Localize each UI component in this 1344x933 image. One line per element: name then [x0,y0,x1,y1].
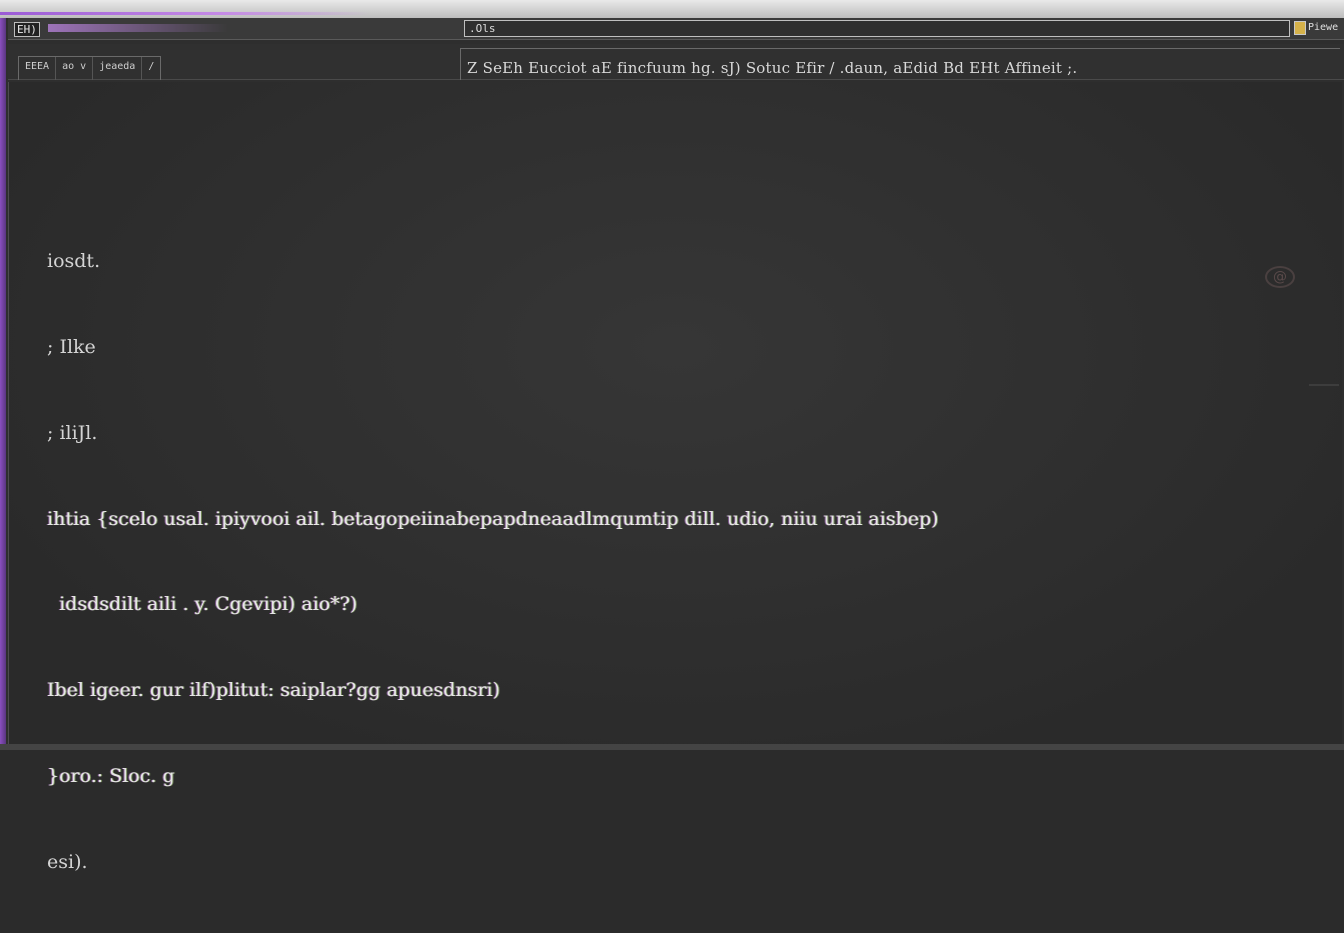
output-line: esi). [47,850,88,873]
menu-item-more[interactable]: / [142,57,160,80]
address-field[interactable]: .Ols [464,20,1290,37]
corner-label[interactable]: Piewe [1308,22,1338,33]
title-glow [48,24,228,32]
output-line: }oro.: Sloc. g [47,764,175,787]
spiral-icon[interactable]: @ [1265,266,1295,288]
tab-title-text: Z SeEh Eucciot aE fincfuum hg. sJ) Sotuc… [467,59,1078,77]
tab-active[interactable]: Z SeEh Eucciot aE fincfuum hg. sJ) Sotuc… [460,48,1340,80]
output-line: iosdt. [47,250,101,273]
menu-item-help[interactable]: jeaeda [93,57,143,80]
minimize-button[interactable] [1294,21,1306,35]
output-line: Ibel igeer. gur ilf)plitut: saiplar?gg a… [47,679,501,702]
output-line: ; iliJl. [47,421,98,444]
title-bar: EH) .Ols Piewe [8,18,1344,40]
output-line: ihtia {scelo usal. ipiyvooi ail. betagop… [47,507,939,530]
accent-line [0,12,370,15]
menu-item-file[interactable]: EEEA [19,57,57,80]
terminal-window: EH) .Ols Piewe EEEA ao v jeaeda / Z SeEh… [0,0,1344,873]
menu-bar: EEEA ao v jeaeda / [18,56,162,80]
output-lines: iosdt. ; Ilke ; iliJl. ihtia {scelo usal… [47,190,939,933]
bottom-edge [0,744,1344,750]
scroll-marker [1309,384,1339,386]
app-title: EH) [14,22,40,37]
terminal-output[interactable]: iosdt. ; Ilke ; iliJl. ihtia {scelo usal… [8,82,1342,873]
menu-item-view[interactable]: ao v [56,57,94,80]
output-line: idsdsdilt aili . y. Cgevipi) aio*?) [47,593,358,616]
output-line: ; Ilke [47,335,96,358]
left-accent-bar [0,18,6,750]
toolbar: EEEA ao v jeaeda / Z SeEh Eucciot aE fin… [8,44,1344,80]
address-text: .Ols [469,22,496,35]
top-bevel [0,0,1344,18]
